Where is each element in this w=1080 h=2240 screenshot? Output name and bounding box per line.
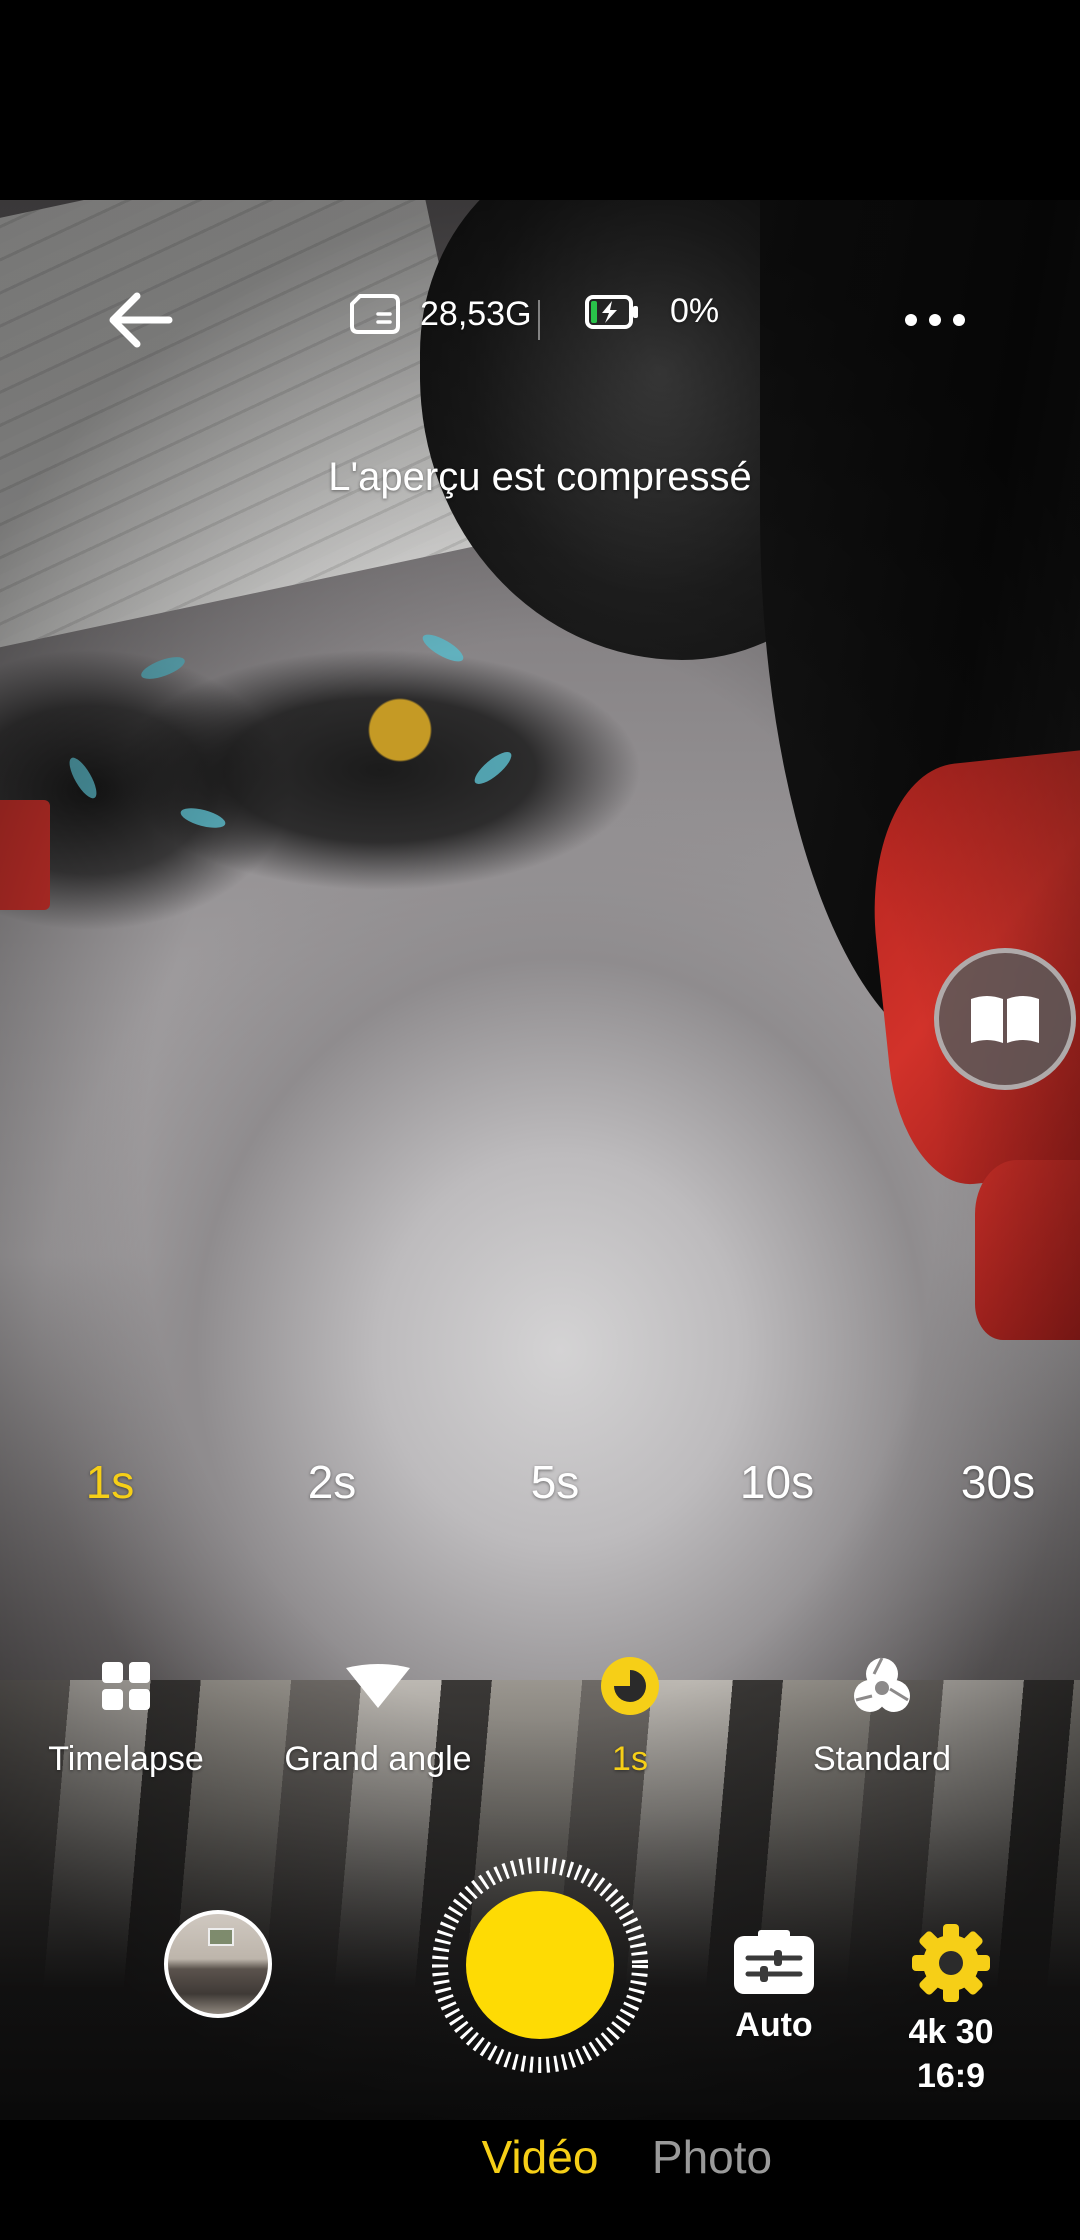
video-settings-button[interactable]: 4k 30 16:9	[886, 1922, 1016, 2098]
more-dot-icon	[929, 314, 941, 326]
tab-video[interactable]: Vidéo	[482, 2130, 599, 2184]
storage-text: 28,53G	[420, 294, 532, 333]
resolution-label: 4k 30 16:9	[908, 2010, 993, 2098]
status-divider	[538, 300, 540, 340]
capture-mode-tabs: Vidéo Photo	[0, 2130, 1080, 2190]
battery-indicator: 0%	[584, 292, 719, 331]
mode-row: Timelapse Grand angle 1s Standard	[0, 1650, 1080, 1800]
auto-label: Auto	[735, 2006, 813, 2044]
interval-selector: 1s 2s 5s 10s 30s	[0, 1455, 1080, 1525]
battery-charging-icon	[585, 294, 638, 329]
interval-option-5s[interactable]: 5s	[531, 1455, 580, 1509]
mode-filter[interactable]: Standard	[762, 1650, 1002, 1779]
resolution-fps: 4k 30	[908, 2013, 994, 2051]
auto-adjust-button[interactable]: Auto	[714, 1928, 834, 2045]
interval-option-1s[interactable]: 1s	[86, 1455, 135, 1509]
timer-icon	[601, 1657, 659, 1715]
filter-icon	[854, 1657, 910, 1712]
mode-wide-angle[interactable]: Grand angle	[258, 1650, 498, 1779]
mode-label: Timelapse	[48, 1740, 204, 1778]
gear-icon	[912, 1924, 990, 2002]
mode-timelapse[interactable]: Timelapse	[6, 1650, 246, 1779]
tab-photo[interactable]: Photo	[652, 2130, 772, 2184]
back-arrow-icon	[109, 292, 173, 348]
mode-label: Grand angle	[284, 1740, 472, 1778]
battery-text: 0%	[670, 292, 720, 330]
thumbnail-frame	[208, 1928, 234, 1946]
shutter-button[interactable]	[466, 1891, 614, 2039]
mode-interval[interactable]: 1s	[510, 1650, 750, 1779]
guide-button[interactable]	[934, 948, 1076, 1090]
wide-angle-icon	[346, 1664, 410, 1708]
storage-indicator: 28,53G	[348, 292, 532, 336]
interval-option-2s[interactable]: 2s	[308, 1455, 357, 1509]
back-button[interactable]	[100, 282, 180, 358]
mode-label: 1s	[612, 1740, 648, 1778]
camera-screen: 28,53G 0% L'aperçu est compressé 1s 2s 5…	[0, 0, 1080, 2240]
more-options-button[interactable]	[890, 290, 980, 350]
grid-icon	[102, 1662, 150, 1710]
top-bar: 28,53G 0%	[0, 280, 1080, 360]
gallery-thumbnail[interactable]	[164, 1910, 272, 2018]
more-dot-icon	[905, 314, 917, 326]
aspect-ratio: 16:9	[916, 2057, 986, 2095]
interval-option-30s[interactable]: 30s	[961, 1455, 1035, 1509]
sd-card-icon	[350, 294, 400, 334]
interval-option-10s[interactable]: 10s	[740, 1455, 814, 1509]
adjust-sliders-icon	[734, 1930, 814, 1994]
mode-label: Standard	[813, 1740, 951, 1778]
preview-compressed-note: L'aperçu est compressé	[328, 455, 752, 499]
book-icon	[971, 996, 1039, 1043]
more-dot-icon	[953, 314, 965, 326]
